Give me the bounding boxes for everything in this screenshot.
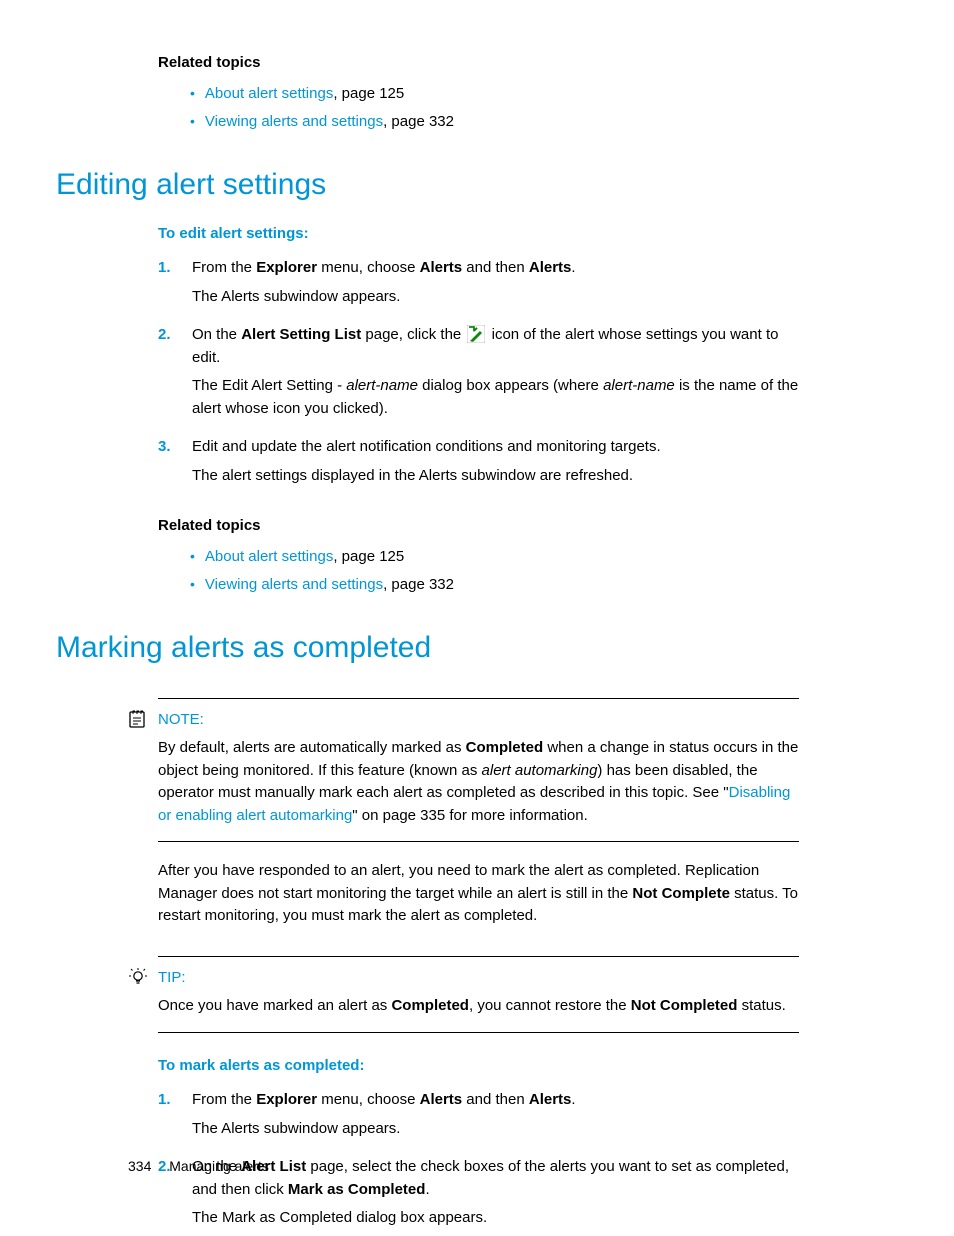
heading-marking-alerts-completed: Marking alerts as completed <box>56 625 799 670</box>
page-ref: , page 125 <box>333 85 404 102</box>
tip-icon <box>128 967 148 987</box>
page-ref: , page 125 <box>333 548 404 565</box>
note-text: By default, alerts are automatically mar… <box>158 737 799 827</box>
step-text: From the Explorer menu, choose Alerts an… <box>192 1089 799 1112</box>
step-number: 3. <box>158 436 192 459</box>
step-result: The Mark as Completed dialog box appears… <box>192 1207 799 1230</box>
tip-callout: TIP: Once you have marked an alert as Co… <box>158 956 799 1033</box>
procedure-heading: To mark alerts as completed: <box>158 1055 799 1078</box>
link-about-alert-settings[interactable]: About alert settings <box>205 85 333 102</box>
page-ref: , page 332 <box>383 576 454 593</box>
bullet-icon: • <box>190 111 195 132</box>
section-marking-body: NOTE: By default, alerts are automatical… <box>128 698 799 1236</box>
procedure-heading: To edit alert settings: <box>158 223 799 246</box>
note-label: NOTE: <box>158 709 799 732</box>
step-number: 1. <box>158 257 192 280</box>
step-3: 3. Edit and update the alert notificatio… <box>158 436 799 493</box>
step-result: The Alerts subwindow appears. <box>192 286 799 309</box>
page-number: 334 <box>128 1158 151 1174</box>
related-topics-block-2: Related topics • About alert settings, p… <box>128 515 799 597</box>
related-topics-item: • About alert settings, page 125 <box>158 83 799 106</box>
related-topics-heading: Related topics <box>158 52 799 75</box>
step-number: 2. <box>158 324 192 347</box>
bullet-icon: • <box>190 574 195 595</box>
related-topics-block-1: Related topics • About alert settings, p… <box>128 52 799 134</box>
related-topics-item: • Viewing alerts and settings, page 332 <box>158 574 799 597</box>
page-ref: , page 332 <box>383 113 454 130</box>
step-2: 2. On the Alert Setting List page, click… <box>158 324 799 426</box>
note-icon <box>128 709 148 729</box>
step-1: 1. From the Explorer menu, choose Alerts… <box>158 257 799 314</box>
link-about-alert-settings[interactable]: About alert settings <box>205 548 333 565</box>
paragraph: After you have responded to an alert, yo… <box>158 860 799 928</box>
step-text: On the Alert Setting List page, click th… <box>192 324 799 369</box>
related-topics-heading: Related topics <box>158 515 799 538</box>
step-text: On the Alert List page, select the check… <box>192 1156 799 1201</box>
link-viewing-alerts-settings[interactable]: Viewing alerts and settings <box>205 113 383 130</box>
step-result: The Alerts subwindow appears. <box>192 1118 799 1141</box>
edit-icon <box>467 325 485 343</box>
tip-label: TIP: <box>158 967 799 990</box>
bullet-icon: • <box>190 546 195 567</box>
note-callout: NOTE: By default, alerts are automatical… <box>158 698 799 843</box>
bullet-icon: • <box>190 83 195 104</box>
step-result: The Edit Alert Setting - alert-name dial… <box>192 375 799 420</box>
step-number: 1. <box>158 1089 192 1112</box>
link-viewing-alerts-settings[interactable]: Viewing alerts and settings <box>205 576 383 593</box>
tip-text: Once you have marked an alert as Complet… <box>158 995 799 1018</box>
chapter-title: Managing alerts <box>169 1158 269 1174</box>
step-text: Edit and update the alert notification c… <box>192 436 799 459</box>
page-footer: 334 Managing alerts <box>128 1156 269 1177</box>
heading-editing-alert-settings: Editing alert settings <box>56 162 799 207</box>
step-text: From the Explorer menu, choose Alerts an… <box>192 257 799 280</box>
procedure-edit-alert-settings: To edit alert settings: 1. From the Expl… <box>128 223 799 494</box>
related-topics-item: • About alert settings, page 125 <box>158 546 799 569</box>
step-1: 1. From the Explorer menu, choose Alerts… <box>158 1089 799 1146</box>
related-topics-item: • Viewing alerts and settings, page 332 <box>158 111 799 134</box>
step-result: The alert settings displayed in the Aler… <box>192 465 799 488</box>
